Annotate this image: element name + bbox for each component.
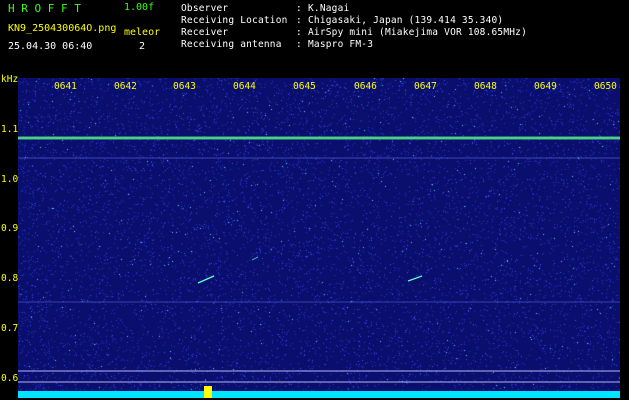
colon: : [296, 39, 302, 50]
time-tick-label: 0641 [54, 81, 77, 92]
colon: : [296, 15, 302, 26]
y-tick-label: 0.8 [1, 273, 19, 284]
y-axis-unit: kHz [1, 74, 19, 85]
type-label: meleor [124, 27, 161, 38]
observer-label: Observer [181, 3, 229, 14]
antenna-value: Maspro FM-3 [308, 39, 374, 50]
time-tick-label: 0648 [474, 81, 497, 92]
y-tick-label: 1.0 [1, 174, 19, 185]
app-version: 1.00f [124, 2, 155, 13]
receiver-value: AirSpy mini (Miakejima VOR 108.65MHz) [308, 27, 528, 38]
y-tick-label: 0.6 [1, 373, 19, 384]
y-tick-label: 0.9 [1, 223, 19, 234]
time-tick-label: 0649 [534, 81, 557, 92]
time-tick-label: 0643 [173, 81, 196, 92]
colon: : [296, 27, 302, 38]
meteor-streak [251, 256, 259, 261]
meteor-streak [197, 275, 215, 284]
meteor-streak [407, 275, 423, 282]
baseline-bar [18, 391, 620, 398]
time-tick-label: 0642 [114, 81, 137, 92]
time-tick-label: 0650 [594, 81, 617, 92]
app-title: H R O F F T [8, 2, 81, 15]
file-name: KN9_250430064O.png [8, 23, 117, 34]
receiver-label: Receiver [181, 27, 229, 38]
time-tick-label: 0647 [414, 81, 437, 92]
y-tick-label: 0.7 [1, 323, 19, 334]
location-value: Chigasaki, Japan (139.414 35.340) [308, 15, 504, 26]
colon: : [296, 3, 302, 14]
location-label: Receiving Location [181, 15, 288, 26]
observer-value: K.Nagai [308, 3, 350, 14]
y-tick-label: 1.1 [1, 124, 19, 135]
antenna-label: Receiving antenna [181, 39, 282, 50]
time-tick-label: 0645 [293, 81, 316, 92]
meteor-count: 2 [139, 41, 146, 52]
time-tick-label: 0646 [354, 81, 377, 92]
spectrogram-overlay [18, 136, 620, 398]
spectrogram-plot [18, 78, 620, 398]
time-tick-label: 0644 [233, 81, 256, 92]
baseline-spike [204, 386, 212, 398]
date-time: 25.04.30 06:40 [8, 41, 93, 52]
spectrogram-window: H R O F F T 1.00f KN9_250430064O.png mel… [0, 0, 629, 400]
